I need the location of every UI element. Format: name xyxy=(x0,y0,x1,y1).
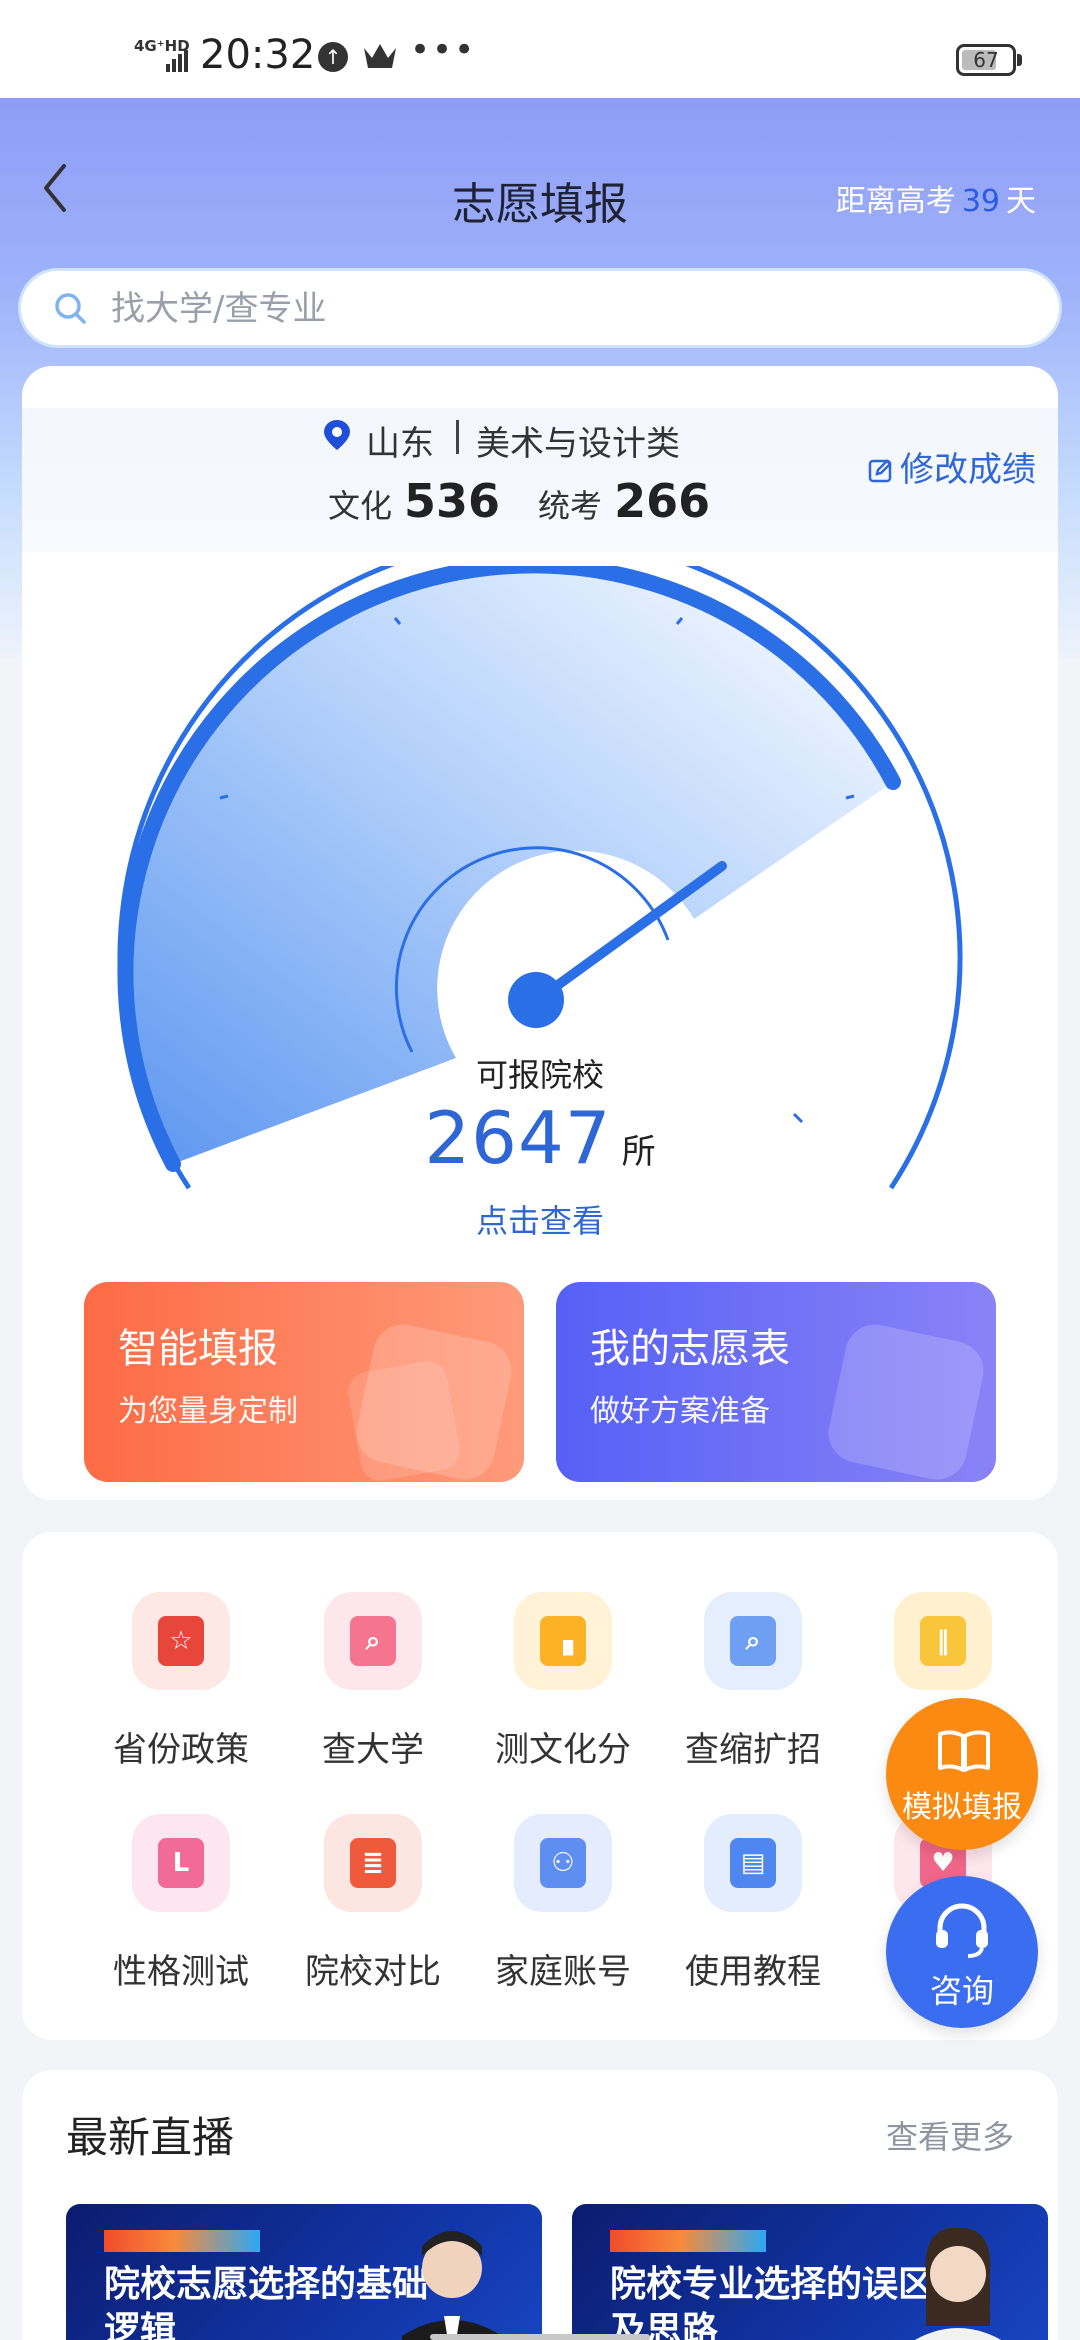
family-account-icon: ⚇ xyxy=(514,1814,612,1912)
location-pin-icon xyxy=(324,420,350,450)
countdown-suffix: 天 xyxy=(1006,184,1036,219)
crown-icon xyxy=(364,44,396,68)
personality-test-icon: L xyxy=(132,1814,230,1912)
smart-fill-title: 智能填报 xyxy=(118,1326,278,1372)
main-card: 山东 美术与设计类 文化 536 统考 266 修改成绩 可报院校 2647 所… xyxy=(22,366,1058,1500)
consult-button[interactable]: 咨询 xyxy=(886,1876,1038,2028)
gauge-needle-hub xyxy=(508,972,564,1028)
more-notifications-icon: ••• xyxy=(410,30,477,70)
my-wishlist-card[interactable]: 我的志愿表 做好方案准备 xyxy=(556,1282,996,1482)
culture-score-icon: ▗ xyxy=(514,1592,612,1690)
battery-level: 67 xyxy=(973,48,999,72)
simulate-fill-label: 模拟填报 xyxy=(902,1790,1022,1825)
culture-score-label: 文化 xyxy=(328,487,393,525)
rank-book-icon: ‖ xyxy=(894,1592,992,1690)
live-section: 最新直播 查看更多 院校志愿选择的基础逻辑 院校专业选择的误区及思路 xyxy=(22,2070,1058,2340)
province-label: 山东 xyxy=(366,424,434,464)
signal-icon xyxy=(166,42,188,72)
status-bar: 4G⁺HD 20:32 ↑ ••• 67 xyxy=(0,0,1080,98)
live-banner[interactable]: 院校志愿选择的基础逻辑 xyxy=(66,2204,542,2340)
enrollment-icon: ⌕ xyxy=(704,1592,802,1690)
live-banner-title: 院校志愿选择的基础逻辑 xyxy=(104,2264,429,2340)
my-wishlist-subtitle: 做好方案准备 xyxy=(590,1394,770,1429)
tool-label: 查大学 xyxy=(322,1730,424,1770)
gauge-count: 2647 所 xyxy=(22,1096,1058,1180)
home-indicator xyxy=(430,2334,650,2340)
live-section-title: 最新直播 xyxy=(66,2113,235,2162)
book-icon xyxy=(938,1730,990,1772)
view-schools-link[interactable]: 点击查看 xyxy=(22,1196,1058,1242)
countdown-days: 39 xyxy=(961,184,1000,219)
policy-icon: ☆ xyxy=(132,1592,230,1690)
tool-label: 查缩扩招 xyxy=(685,1730,821,1770)
countdown-prefix: 距离高考 xyxy=(835,184,956,219)
battery-icon: 67 xyxy=(956,44,1016,76)
compare-icon: ≣ xyxy=(324,1814,422,1912)
edit-score-button[interactable]: 修改成绩 xyxy=(868,442,1036,491)
search-bar[interactable] xyxy=(18,268,1062,348)
gauge-label: 可报院校 xyxy=(475,1056,604,1094)
tool-label: 院校对比 xyxy=(305,1952,441,1992)
view-more-link[interactable]: 查看更多 xyxy=(886,2112,1014,2158)
exam-score-label: 统考 xyxy=(538,487,603,525)
exam-countdown: 距离高考 39 天 xyxy=(836,176,1036,220)
divider xyxy=(456,420,459,454)
score-line: 文化 536 统考 266 xyxy=(328,474,748,528)
tool-culture-score[interactable]: ▗ 测文化分 xyxy=(468,1592,658,1772)
tool-label: 性格测试 xyxy=(113,1952,249,1992)
live-banner-title: 院校专业选择的误区及思路 xyxy=(610,2264,935,2340)
tool-compare-schools[interactable]: ≣ 院校对比 xyxy=(278,1814,468,1994)
live-banner[interactable]: 院校专业选择的误区及思路 xyxy=(572,2204,1048,2340)
edit-score-label: 修改成绩 xyxy=(900,450,1036,490)
my-wishlist-title: 我的志愿表 xyxy=(590,1326,790,1372)
tool-family-account[interactable]: ⚇ 家庭账号 xyxy=(468,1814,658,1994)
simulate-fill-button[interactable]: 模拟填报 xyxy=(886,1698,1038,1850)
search-university-icon: ⌕ xyxy=(324,1592,422,1690)
school-count-unit: 所 xyxy=(621,1132,656,1172)
edit-icon xyxy=(868,459,892,483)
smart-fill-subtitle: 为您量身定制 xyxy=(118,1394,298,1429)
school-count: 2647 xyxy=(424,1096,612,1180)
consult-label: 咨询 xyxy=(929,1972,994,2010)
culture-score-value: 536 xyxy=(404,474,501,528)
presenter-photo xyxy=(402,2231,502,2340)
tool-province-policy[interactable]: ☆ 省份政策 xyxy=(86,1592,276,1772)
tool-label: 测文化分 xyxy=(495,1730,631,1770)
search-icon xyxy=(55,293,86,324)
checklist-decor-icon xyxy=(822,1318,990,1482)
tool-personality-test[interactable]: L 性格测试 xyxy=(86,1814,276,1994)
presenter-photo xyxy=(914,2227,1002,2340)
search-input[interactable] xyxy=(111,281,1011,337)
tool-search-university[interactable]: ⌕ 查大学 xyxy=(278,1592,468,1772)
exam-score-value: 266 xyxy=(614,474,711,528)
tutorial-icon: ▤ xyxy=(704,1814,802,1912)
tool-label: 使用教程 xyxy=(685,1952,821,1992)
tool-enrollment-change[interactable]: ⌕ 查缩扩招 xyxy=(658,1592,848,1772)
upload-icon: ↑ xyxy=(318,42,348,72)
tool-label: 家庭账号 xyxy=(495,1952,631,1992)
category-label: 美术与设计类 xyxy=(476,424,680,464)
headset-icon xyxy=(936,1903,988,1958)
tool-tutorial[interactable]: ▤ 使用教程 xyxy=(658,1814,848,1994)
tool-label: 省份政策 xyxy=(113,1730,249,1770)
smart-fill-card[interactable]: 智能填报 为您量身定制 xyxy=(84,1282,524,1482)
clock: 20:32 xyxy=(200,32,316,78)
